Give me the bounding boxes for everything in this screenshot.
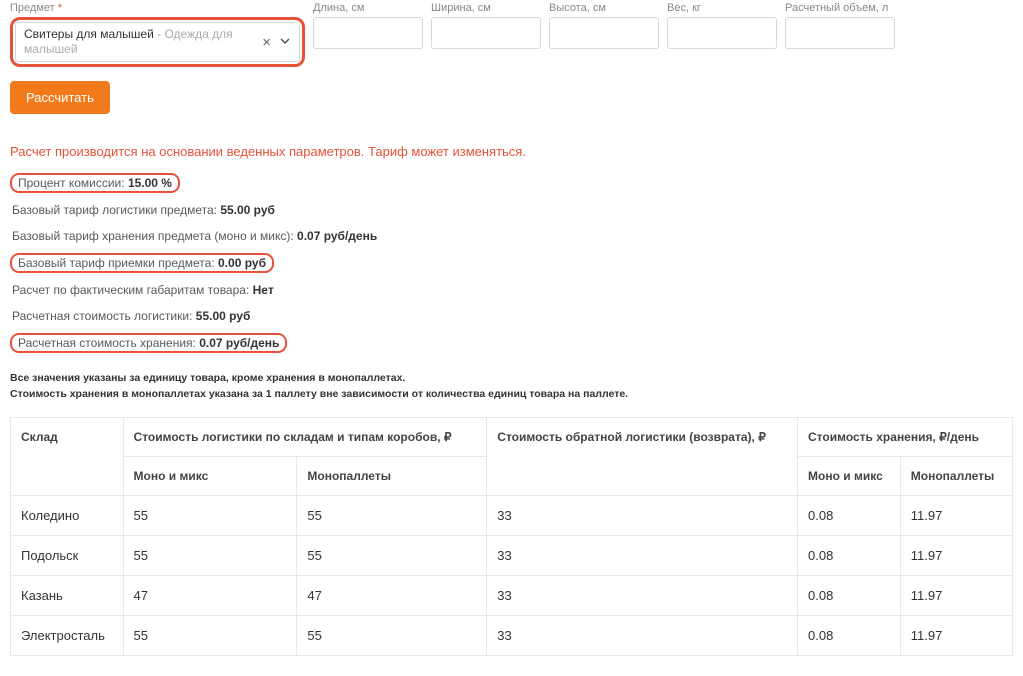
table-row: Казань 47 47 33 0.08 11.97	[11, 575, 1013, 615]
th-warehouse: Склад	[11, 417, 124, 495]
subject-column: Предмет * Свитеры для малышей - Одежда д…	[10, 2, 305, 67]
cell-log-mix: 55	[123, 495, 297, 535]
subject-label: Предмет *	[10, 2, 305, 14]
cell-st-mix: 0.08	[798, 535, 901, 575]
volume-column: Расчетный объем, л	[785, 2, 895, 49]
th-return: Стоимость обратной логистики (возврата),…	[487, 417, 798, 495]
volume-label: Расчетный объем, л	[785, 2, 895, 14]
base-accept-value: 0.00 руб	[218, 256, 266, 270]
calc-logistics-value: 55.00 руб	[196, 309, 251, 323]
base-logistics-value: 55.00 руб	[220, 203, 275, 217]
actual-dims-label: Расчет по фактическим габаритам товара:	[12, 283, 249, 297]
subject-selected-text: Свитеры для малышей - Одежда для малышей	[24, 27, 262, 57]
cell-return: 33	[487, 535, 798, 575]
cell-warehouse: Электросталь	[11, 615, 124, 655]
height-column: Высота, см	[549, 2, 659, 49]
commission-value: 15.00 %	[128, 176, 172, 190]
base-accept-label: Базовый тариф приемки предмета:	[18, 256, 215, 270]
chevron-down-icon[interactable]	[279, 35, 291, 50]
cell-warehouse: Коледино	[11, 495, 124, 535]
height-label: Высота, см	[549, 2, 659, 14]
tariff-table: Склад Стоимость логистики по складам и т…	[10, 417, 1013, 656]
width-column: Ширина, см	[431, 2, 541, 49]
cell-log-mix: 47	[123, 575, 297, 615]
calculate-button[interactable]: Рассчитать	[10, 81, 110, 114]
cell-return: 33	[487, 575, 798, 615]
length-label: Длина, см	[313, 2, 423, 14]
calc-logistics-line: Расчетная стоимость логистики: 55.00 руб	[10, 307, 252, 325]
table-row: Коледино 55 55 33 0.08 11.97	[11, 495, 1013, 535]
th-logistics-pal: Монопаллеты	[297, 456, 487, 495]
cell-log-pal: 55	[297, 535, 487, 575]
table-row: Подольск 55 55 33 0.08 11.97	[11, 535, 1013, 575]
calc-storage-value: 0.07 руб/день	[199, 336, 279, 350]
cell-st-pal: 11.97	[900, 535, 1012, 575]
subject-value: Свитеры для малышей	[24, 27, 154, 41]
weight-column: Вес, кг	[667, 2, 777, 49]
cell-return: 33	[487, 615, 798, 655]
form-row: Предмет * Свитеры для малышей - Одежда д…	[10, 2, 1013, 67]
base-storage-line: Базовый тариф хранения предмета (моно и …	[10, 227, 379, 245]
subject-label-text: Предмет	[10, 2, 55, 14]
th-storage-pal: Монопаллеты	[900, 456, 1012, 495]
cell-warehouse: Казань	[11, 575, 124, 615]
base-logistics-line: Базовый тариф логистики предмета: 55.00 …	[10, 201, 277, 219]
cell-log-pal: 47	[297, 575, 487, 615]
subject-select[interactable]: Свитеры для малышей - Одежда для малышей…	[15, 22, 300, 62]
cell-st-mix: 0.08	[798, 495, 901, 535]
table-row: Электросталь 55 55 33 0.08 11.97	[11, 615, 1013, 655]
footnote-line2: Стоимость хранения в монопаллетах указан…	[10, 387, 1013, 403]
cell-log-pal: 55	[297, 615, 487, 655]
th-storage-mix: Моно и микс	[798, 456, 901, 495]
calc-storage-line: Расчетная стоимость хранения: 0.07 руб/д…	[10, 333, 287, 353]
subject-icons: ×	[262, 35, 291, 50]
actual-dims-value: Нет	[253, 283, 274, 297]
th-storage: Стоимость хранения, ₽/день	[798, 417, 1013, 456]
actual-dims-line: Расчет по фактическим габаритам товара: …	[10, 281, 276, 299]
weight-input[interactable]	[667, 17, 777, 49]
footnote-line1: Все значения указаны за единицу товара, …	[10, 371, 1013, 387]
cell-st-pal: 11.97	[900, 495, 1012, 535]
tariff-tbody: Коледино 55 55 33 0.08 11.97 Подольск 55…	[11, 495, 1013, 655]
length-input[interactable]	[313, 17, 423, 49]
height-input[interactable]	[549, 17, 659, 49]
notice-text: Расчет производится на основании веденны…	[10, 144, 1013, 159]
cell-st-pal: 11.97	[900, 615, 1012, 655]
cell-log-mix: 55	[123, 615, 297, 655]
subject-highlight: Свитеры для малышей - Одежда для малышей…	[10, 17, 305, 67]
base-storage-value: 0.07 руб/день	[297, 229, 377, 243]
th-logistics-mix: Моно и микс	[123, 456, 297, 495]
calc-logistics-label: Расчетная стоимость логистики:	[12, 309, 192, 323]
cell-warehouse: Подольск	[11, 535, 124, 575]
cell-return: 33	[487, 495, 798, 535]
calc-storage-label: Расчетная стоимость хранения:	[18, 336, 196, 350]
volume-input[interactable]	[785, 17, 895, 49]
base-accept-line: Базовый тариф приемки предмета: 0.00 руб	[10, 253, 274, 273]
width-label: Ширина, см	[431, 2, 541, 14]
results-block: Процент комиссии: 15.00 % Базовый тариф …	[10, 169, 1013, 357]
clear-icon[interactable]: ×	[262, 35, 271, 50]
width-input[interactable]	[431, 17, 541, 49]
length-column: Длина, см	[313, 2, 423, 49]
cell-log-mix: 55	[123, 535, 297, 575]
base-logistics-label: Базовый тариф логистики предмета:	[12, 203, 217, 217]
footnote: Все значения указаны за единицу товара, …	[10, 371, 1013, 403]
cell-st-mix: 0.08	[798, 615, 901, 655]
cell-st-mix: 0.08	[798, 575, 901, 615]
commission-label: Процент комиссии:	[18, 176, 125, 190]
base-storage-label: Базовый тариф хранения предмета (моно и …	[12, 229, 294, 243]
weight-label: Вес, кг	[667, 2, 777, 14]
required-asterisk: *	[58, 2, 62, 14]
cell-st-pal: 11.97	[900, 575, 1012, 615]
commission-line: Процент комиссии: 15.00 %	[10, 173, 180, 193]
th-logistics: Стоимость логистики по складам и типам к…	[123, 417, 487, 456]
cell-log-pal: 55	[297, 495, 487, 535]
